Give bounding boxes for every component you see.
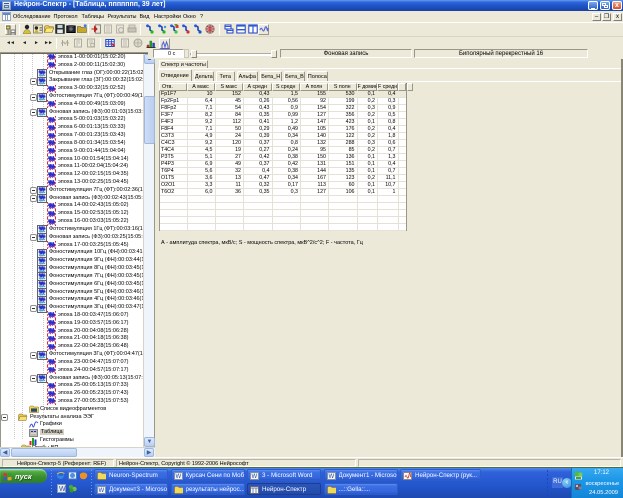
svg-text:W: W (252, 474, 258, 480)
svg-text:W: W (328, 474, 334, 480)
svg-text:W: W (175, 474, 181, 480)
svg-text:W: W (59, 486, 66, 493)
svg-text:W: W (99, 488, 105, 494)
